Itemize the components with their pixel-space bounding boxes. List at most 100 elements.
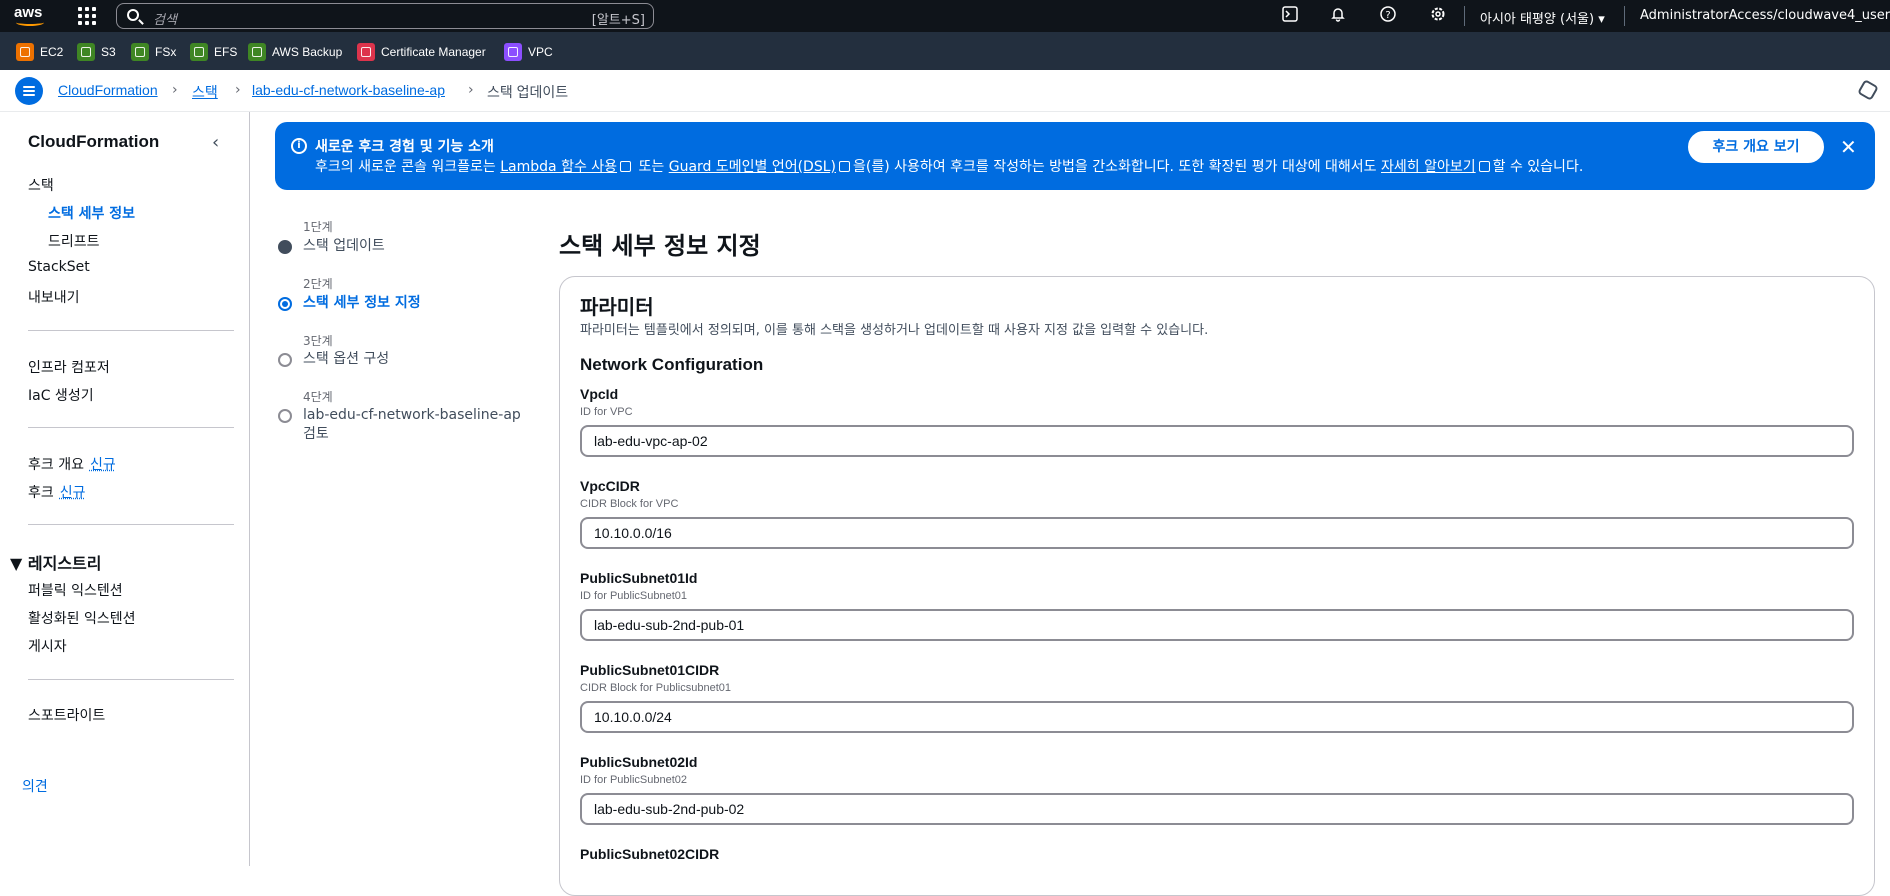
- sidebar-item-hooks[interactable]: 후크 신규: [28, 482, 86, 502]
- sidebar-item-publisher[interactable]: 게시자: [28, 636, 67, 656]
- new-badge: 신규: [59, 485, 86, 501]
- favorite-s3[interactable]: S3: [77, 43, 116, 61]
- panel-description: 파라미터는 템플릿에서 정의되며, 이를 통해 스택을 생성하거나 업데이트할 …: [580, 323, 1209, 338]
- banner-body: 후크의 새로운 콘솔 워크플로는 Lambda 함수 사용 또는 Guard 도…: [315, 159, 1584, 175]
- panel-title: 파라미터: [580, 295, 654, 319]
- step-complete-icon: [278, 240, 292, 254]
- field-desc-publicsubnet01id: ID for PublicSubnet01: [580, 590, 688, 602]
- svg-text:?: ?: [1385, 10, 1390, 21]
- favorite-ec2[interactable]: EC2: [16, 43, 63, 61]
- collapse-sidebar-icon[interactable]: ‹: [212, 132, 219, 153]
- settings-gear-icon[interactable]: [1428, 6, 1448, 26]
- sidebar-item-stackset[interactable]: StackSet: [28, 259, 90, 275]
- sidebar-item-public-extensions[interactable]: 퍼블릭 익스텐션: [28, 580, 123, 600]
- publicsubnet02id-input[interactable]: [580, 793, 1854, 825]
- chevron-right-icon: ›: [235, 82, 241, 98]
- external-link-icon: [1478, 161, 1490, 172]
- favorite-fsx[interactable]: FSx: [131, 43, 176, 61]
- sidebar-item-stack-details[interactable]: 스택 세부 정보: [48, 203, 135, 223]
- certificate-manager-icon: [357, 43, 375, 61]
- feedback-link[interactable]: 의견: [22, 776, 48, 796]
- step-4-label: lab-edu-cf-network-baseline-ap 검토: [303, 407, 521, 442]
- step-3-label: 스택 옵션 구성: [303, 351, 390, 367]
- s3-icon: [77, 43, 95, 61]
- close-icon[interactable]: ✕: [1840, 135, 1857, 159]
- publicsubnet01cidr-input[interactable]: [580, 701, 1854, 733]
- account-menu[interactable]: AdministratorAccess/cloudwave4_user22 ▾: [1640, 8, 1890, 23]
- field-label-vpcid: VpcId: [580, 386, 619, 402]
- breadcrumb-current: 스택 업데이트: [487, 84, 569, 100]
- step-3-number: 3단계: [303, 334, 333, 348]
- notifications-icon[interactable]: [1328, 6, 1348, 26]
- top-navigation: aws 검색 [알트+S] ? 아시아 태평양 (서울) ▾ Administr…: [0, 0, 1890, 32]
- region-selector[interactable]: 아시아 태평양 (서울) ▾: [1480, 8, 1605, 27]
- sidebar-item-infra-composer[interactable]: 인프라 컴포저: [28, 357, 110, 377]
- lambda-link[interactable]: Lambda 함수 사용: [500, 159, 617, 175]
- fsx-icon: [131, 43, 149, 61]
- sidebar-item-hooks-overview[interactable]: 후크 개요 신규: [28, 454, 116, 474]
- services-menu-icon[interactable]: [78, 7, 96, 25]
- view-hooks-overview-button[interactable]: 후크 개요 보기: [1688, 131, 1824, 163]
- sidebar-item-stacks[interactable]: 스택: [28, 175, 54, 195]
- field-label-publicsubnet02id: PublicSubnet02Id: [580, 754, 698, 770]
- aws-backup-icon: [248, 43, 266, 61]
- field-label-publicsubnet02cidr: PublicSubnet02CIDR: [580, 846, 720, 862]
- guard-dsl-link[interactable]: Guard 도메인별 언어(DSL): [669, 159, 836, 175]
- field-desc-vpccidr: CIDR Block for VPC: [580, 498, 679, 510]
- info-icon: i: [291, 138, 307, 154]
- favorite-certificate-manager[interactable]: Certificate Manager: [357, 43, 486, 61]
- field-label-publicsubnet01cidr: PublicSubnet01CIDR: [580, 662, 720, 678]
- breadcrumb-stacks[interactable]: 스택: [192, 82, 218, 102]
- sidebar-section-registry[interactable]: ▼ 레지스트리: [10, 550, 101, 574]
- settings-hex-icon[interactable]: [1857, 79, 1879, 101]
- field-label-vpccidr: VpcCIDR: [580, 478, 640, 494]
- breadcrumb-cloudformation[interactable]: CloudFormation: [58, 82, 158, 98]
- favorites-bar: EC2 S3 FSx EFS AWS Backup Certificate Ma…: [0, 32, 1890, 70]
- step-pending-icon: [278, 353, 292, 367]
- external-link-icon: [839, 161, 850, 172]
- field-desc-publicsubnet01cidr: CIDR Block for Publicsubnet01: [580, 682, 732, 694]
- sidebar-item-activated-extensions[interactable]: 활성화된 익스텐션: [28, 608, 136, 628]
- page-title: 스택 세부 정보 지정: [559, 232, 761, 260]
- menu-toggle-icon[interactable]: [15, 77, 43, 105]
- vpc-icon: [504, 43, 522, 61]
- vpccidr-input[interactable]: [580, 517, 1854, 549]
- sidebar-item-exports[interactable]: 내보내기: [28, 287, 80, 307]
- step-2-number: 2단계: [303, 277, 333, 291]
- favorite-aws-backup[interactable]: AWS Backup: [248, 43, 342, 61]
- section-title: Network Configuration: [580, 355, 764, 374]
- breadcrumb: CloudFormation › 스택 › lab-edu-cf-network…: [0, 70, 1890, 112]
- search-bar[interactable]: 검색 [알트+S]: [116, 3, 654, 29]
- step-current-icon: [278, 297, 292, 311]
- search-icon: [127, 9, 139, 21]
- publicsubnet01id-input[interactable]: [580, 609, 1854, 641]
- ec2-icon: [16, 43, 34, 61]
- search-input[interactable]: 검색: [153, 9, 177, 28]
- step-2-label: 스택 세부 정보 지정: [303, 295, 421, 311]
- favorite-vpc[interactable]: VPC: [504, 43, 553, 61]
- step-4-number: 4단계: [303, 390, 333, 404]
- help-icon[interactable]: ?: [1378, 6, 1398, 26]
- external-link-icon: [620, 161, 632, 172]
- field-label-publicsubnet01id: PublicSubnet01Id: [580, 570, 698, 586]
- step-1-label[interactable]: 스택 업데이트: [303, 237, 533, 256]
- aws-logo[interactable]: aws: [14, 4, 54, 28]
- sidebar-item-spotlight[interactable]: 스포트라이트: [28, 705, 105, 725]
- efs-icon: [190, 43, 208, 61]
- vpcid-input[interactable]: [580, 425, 1854, 457]
- sidebar-item-iac-generator[interactable]: IaC 생성기: [28, 385, 94, 405]
- cloudshell-icon[interactable]: [1280, 6, 1300, 26]
- parameters-panel: 파라미터 파라미터는 템플릿에서 정의되며, 이를 통해 스택을 생성하거나 업…: [559, 276, 1875, 896]
- favorite-efs[interactable]: EFS: [190, 43, 237, 61]
- new-badge: 신규: [89, 457, 116, 473]
- banner-title: 새로운 후크 경험 및 기능 소개: [315, 139, 494, 155]
- search-shortcut: [알트+S]: [591, 13, 645, 28]
- breadcrumb-stack-name[interactable]: lab-edu-cf-network-baseline-ap: [252, 82, 445, 98]
- sidebar-title: CloudFormation: [28, 132, 160, 151]
- sidebar-item-drift[interactable]: 드리프트: [48, 231, 100, 251]
- info-banner: i 새로운 후크 경험 및 기능 소개 후크의 새로운 콘솔 워크플로는 Lam…: [275, 122, 1875, 190]
- field-desc-vpcid: ID for VPC: [580, 406, 633, 418]
- learn-more-link[interactable]: 자세히 알아보기: [1381, 159, 1476, 175]
- side-navigation: CloudFormation ‹ 스택 스택 세부 정보 드리프트 StackS…: [0, 112, 250, 866]
- field-desc-publicsubnet02id: ID for PublicSubnet02: [580, 774, 688, 786]
